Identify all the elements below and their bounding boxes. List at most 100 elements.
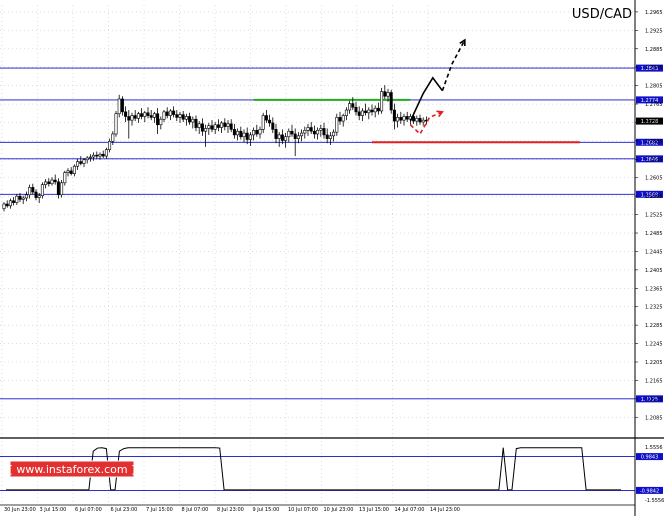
- y-tick-label: 1.2725: [645, 120, 663, 126]
- candle-body: [95, 154, 99, 157]
- candle-body: [392, 109, 396, 122]
- candle-body: [402, 116, 406, 121]
- candle-body: [111, 133, 115, 142]
- candle-body: [72, 165, 76, 174]
- candle-body: [124, 111, 128, 117]
- candle-body: [88, 156, 92, 159]
- candle-body: [360, 110, 364, 116]
- y-tick-label: 1.2405: [645, 268, 663, 274]
- indicator-tick-label: 0.9843: [641, 455, 659, 461]
- candle-body: [146, 112, 150, 116]
- candle-body: [31, 187, 35, 193]
- candle-body: [335, 117, 339, 133]
- candle-body: [162, 111, 166, 120]
- y-tick-label: 1.2485: [645, 231, 663, 237]
- candle-body: [184, 116, 188, 120]
- candle-body: [232, 129, 236, 136]
- candle-body: [290, 130, 294, 135]
- candle-body: [79, 161, 83, 164]
- y-tick-label: 1.2125: [645, 397, 663, 403]
- indicator-tick-label: 1.5556: [645, 445, 663, 451]
- candle-body: [44, 181, 48, 185]
- candle-body: [338, 117, 342, 122]
- candle-body: [216, 124, 220, 128]
- candle-body: [40, 184, 44, 197]
- candle-body: [207, 125, 211, 129]
- candle-body: [92, 154, 96, 158]
- candle-body: [47, 181, 51, 185]
- candle-body: [367, 109, 371, 114]
- candle-body: [274, 129, 278, 139]
- x-tick-label: 3 Jul 15:00: [40, 507, 67, 513]
- candle-body: [261, 115, 265, 130]
- candle-body: [34, 191, 38, 198]
- y-tick-label: 1.2165: [645, 378, 663, 384]
- candle-body: [380, 91, 384, 112]
- x-tick-label: 10 Jul 07:00: [288, 507, 318, 513]
- candle-body: [255, 129, 259, 135]
- candle-body: [130, 115, 134, 121]
- candle-body: [63, 172, 67, 184]
- candle-body: [415, 118, 419, 122]
- candle-body: [156, 113, 160, 126]
- candle-body: [239, 130, 243, 138]
- candle-body: [373, 107, 377, 113]
- candle-body: [53, 179, 57, 183]
- x-tick-label: 30 Jun 23:00: [4, 507, 36, 513]
- candle-body: [140, 113, 144, 117]
- candle-body: [421, 119, 425, 123]
- candle-body: [399, 117, 403, 121]
- candle-body: [312, 130, 316, 135]
- candle-body: [56, 181, 60, 196]
- candle-body: [245, 132, 249, 140]
- y-tick-label: 1.2565: [645, 194, 663, 200]
- candle-body: [220, 122, 224, 128]
- y-tick-label: 1.2245: [645, 342, 663, 348]
- candle-body: [325, 134, 329, 139]
- candle-body: [188, 116, 192, 123]
- candle-body: [168, 110, 172, 116]
- candle-body: [383, 91, 387, 97]
- watermark-text: [ www.instaforex.com ]: [9, 463, 136, 476]
- candle-body: [370, 109, 374, 113]
- y-tick-label: 1.2645: [645, 157, 663, 163]
- candle-body: [328, 135, 332, 139]
- candle-body: [284, 136, 288, 141]
- y-tick-label: 1.2445: [645, 249, 663, 255]
- watermark: [ www.instaforex.com ]: [9, 460, 136, 478]
- candle-body: [117, 98, 121, 115]
- candle-body: [76, 161, 80, 167]
- candle-body: [101, 153, 105, 157]
- candle-body: [66, 170, 70, 173]
- candle-body: [104, 149, 108, 157]
- x-tick-label: 7 Jul 15:00: [146, 507, 173, 513]
- candle-body: [213, 124, 217, 130]
- candle-body: [165, 111, 169, 116]
- x-tick-label: 6 Jul 23:00: [111, 507, 138, 513]
- candle-body: [24, 194, 28, 199]
- candle-body: [181, 114, 185, 120]
- candle-body: [280, 134, 284, 141]
- candle-body: [175, 114, 179, 118]
- candle-body: [344, 109, 348, 116]
- candle-body: [386, 92, 390, 97]
- y-tick-label: 1.2085: [645, 415, 663, 421]
- candle-body: [50, 179, 54, 185]
- y-tick-label: 1.2525: [645, 213, 663, 219]
- y-tick-label: 1.2205: [645, 360, 663, 366]
- candle-body: [405, 116, 409, 120]
- candle-body: [322, 128, 326, 136]
- candle-body: [120, 98, 124, 113]
- candle-body: [268, 119, 272, 124]
- candle-body: [242, 132, 246, 138]
- x-tick-label: 6 Jul 07:00: [75, 507, 102, 513]
- candle-body: [85, 157, 89, 161]
- candle-body: [316, 129, 320, 135]
- indicator-tick-label: -1.5556: [645, 498, 664, 504]
- candle-body: [149, 115, 153, 118]
- candle-body: [226, 123, 230, 127]
- y-tick-label: 1.2365: [645, 286, 663, 292]
- indicator-tick-label: -0.9842: [640, 488, 659, 494]
- candle-body: [396, 117, 400, 122]
- candle-body: [172, 110, 176, 115]
